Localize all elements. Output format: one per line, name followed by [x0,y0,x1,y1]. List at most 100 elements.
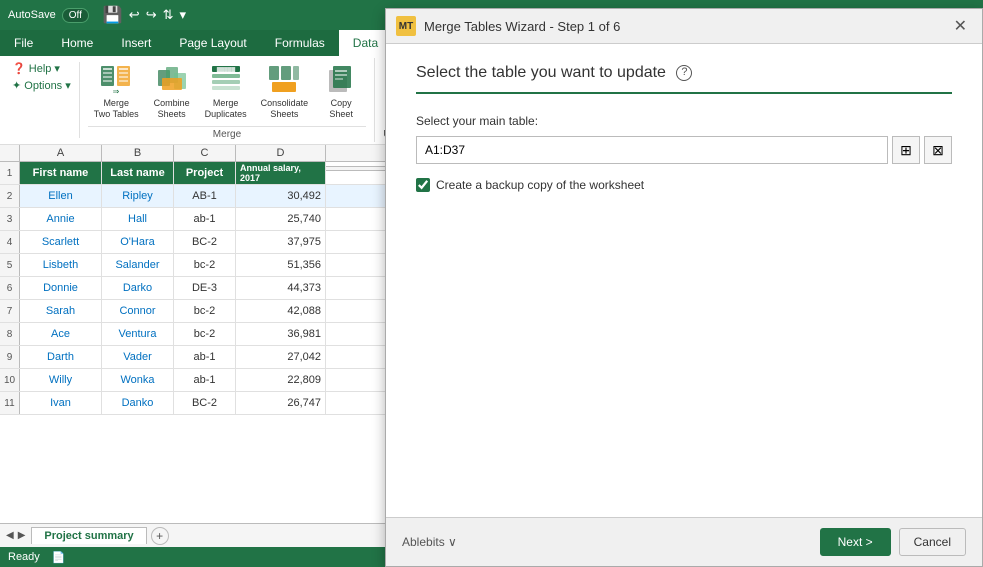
wizard-close-button[interactable]: ✕ [949,15,972,37]
tab-file[interactable]: File [0,30,47,56]
more-icon[interactable]: ▾ [180,7,187,23]
col-header-d[interactable]: D [236,145,326,161]
tab-insert[interactable]: Insert [107,30,165,56]
tab-home[interactable]: Home [47,30,107,56]
table-row[interactable]: 7 Sarah Connor bc-2 42,088 [0,300,385,323]
wizard-header-text: Select the table you want to update [416,64,666,81]
options-button[interactable]: ✦ Options ▾ [12,79,71,92]
cell-b10[interactable]: Wonka [102,369,174,391]
cell-a2[interactable]: Ellen [20,185,102,207]
cell-a9[interactable]: Darth [20,346,102,368]
table-row[interactable]: 6 Donnie Darko DE-3 44,373 [0,277,385,300]
redo-icon[interactable]: ↪ [146,7,157,23]
header-lastname[interactable]: Last name [102,162,174,184]
merge-duplicates-button[interactable]: ▓▓▓▓▓ MergeDuplicates [199,60,253,124]
table-row[interactable]: 11 Ivan Danko BC-2 26,747 [0,392,385,415]
sheet-indicator-icon[interactable]: 📄 [52,551,66,564]
cell-c3[interactable]: ab-1 [174,208,236,230]
sheet-tab-project-summary[interactable]: Project summary [31,527,146,544]
cell-b9[interactable]: Vader [102,346,174,368]
cell-d10[interactable]: 22,809 [236,369,326,391]
cell-d5[interactable]: 51,356 [236,254,326,276]
cell-a10[interactable]: Willy [20,369,102,391]
wizard-footer-buttons: Next > Cancel [820,528,966,556]
help-button[interactable]: ❓ Help ▾ [12,62,71,75]
cell-d2[interactable]: 30,492 [236,185,326,207]
cell-d9[interactable]: 27,042 [236,346,326,368]
cell-b8[interactable]: Ventura [102,323,174,345]
consolidate-sheets-button[interactable]: ConsolidateSheets [255,60,315,124]
next-button[interactable]: Next > [820,528,891,556]
cell-a4[interactable]: Scarlett [20,231,102,253]
cell-b6[interactable]: Darko [102,277,174,299]
undo-icon[interactable]: ↩ [129,7,140,23]
autosave-toggle[interactable]: Off [62,8,89,23]
cell-a3[interactable]: Annie [20,208,102,230]
cell-a7[interactable]: Sarah [20,300,102,322]
cell-c11[interactable]: BC-2 [174,392,236,414]
header-firstname[interactable]: First name [20,162,102,184]
cell-c8[interactable]: bc-2 [174,323,236,345]
cell-d4[interactable]: 37,975 [236,231,326,253]
cell-c9[interactable]: ab-1 [174,346,236,368]
tab-formulas[interactable]: Formulas [261,30,339,56]
cell-a8[interactable]: Ace [20,323,102,345]
cell-d7[interactable]: 42,088 [236,300,326,322]
table-row[interactable]: 3 Annie Hall ab-1 25,740 [0,208,385,231]
cell-c7[interactable]: bc-2 [174,300,236,322]
wizard-title-bar: MT Merge Tables Wizard - Step 1 of 6 ✕ [386,9,982,44]
cancel-button[interactable]: Cancel [899,528,966,556]
column-headers: A B C D [0,145,385,162]
combine-sheets-button[interactable]: CombineSheets [147,60,197,124]
cell-b2[interactable]: Ripley [102,185,174,207]
cell-a11[interactable]: Ivan [20,392,102,414]
cell-c2[interactable]: AB-1 [174,185,236,207]
row-num-7: 7 [0,300,20,322]
table-row[interactable]: 2 Ellen Ripley AB-1 30,492 [0,185,385,208]
copy-sheet-button[interactable]: CopySheet [316,60,366,124]
merge-group: ⇒ MergeTwo Tables [80,58,375,142]
sort-icon[interactable]: ⇅ [163,7,174,23]
tab-page-layout[interactable]: Page Layout [165,30,260,56]
new-sheet-button[interactable]: + [151,527,169,545]
merge-group-label: Merge [88,126,366,140]
table-row[interactable]: 8 Ace Ventura bc-2 36,981 [0,323,385,346]
table-picker-button[interactable]: ⊠ [924,136,952,164]
col-header-b[interactable]: B [102,145,174,161]
header-row: 1 First name Last name Project Annual sa… [0,162,385,185]
cell-b7[interactable]: Connor [102,300,174,322]
wizard-help-icon[interactable]: ? [676,65,692,81]
table-row[interactable]: 5 Lisbeth Salander bc-2 51,356 [0,254,385,277]
header-salary[interactable]: Annual salary, 2017 [236,162,326,184]
col-header-a[interactable]: A [20,145,102,161]
cell-c10[interactable]: ab-1 [174,369,236,391]
col-header-c[interactable]: C [174,145,236,161]
cell-c6[interactable]: DE-3 [174,277,236,299]
cell-a6[interactable]: Donnie [20,277,102,299]
save-icon[interactable]: 💾 [103,5,123,25]
cell-d6[interactable]: 44,373 [236,277,326,299]
cell-a5[interactable]: Lisbeth [20,254,102,276]
cell-c4[interactable]: BC-2 [174,231,236,253]
cell-b11[interactable]: Danko [102,392,174,414]
cell-c5[interactable]: bc-2 [174,254,236,276]
ready-status: Ready [8,551,40,563]
backup-checkbox[interactable] [416,178,430,192]
scroll-right-btn[interactable]: ▶ [16,530,28,541]
table-row[interactable]: 10 Willy Wonka ab-1 22,809 [0,369,385,392]
table-row[interactable]: 9 Darth Vader ab-1 27,042 [0,346,385,369]
header-project[interactable]: Project [174,162,236,184]
cell-b4[interactable]: O'Hara [102,231,174,253]
cell-d8[interactable]: 36,981 [236,323,326,345]
cell-b3[interactable]: Hall [102,208,174,230]
cell-b5[interactable]: Salander [102,254,174,276]
table-range-input[interactable] [416,136,888,164]
svg-text:▓▓▓▓▓: ▓▓▓▓▓ [217,66,236,73]
cell-d11[interactable]: 26,747 [236,392,326,414]
scroll-left-btn[interactable]: ◀ [4,530,16,541]
table-expand-button[interactable]: ⊞ [892,136,920,164]
cell-d3[interactable]: 25,740 [236,208,326,230]
table-row[interactable]: 4 Scarlett O'Hara BC-2 37,975 [0,231,385,254]
merge-two-tables-button[interactable]: ⇒ MergeTwo Tables [88,60,145,124]
ablebits-button[interactable]: Ablebits ∨ [402,535,457,549]
